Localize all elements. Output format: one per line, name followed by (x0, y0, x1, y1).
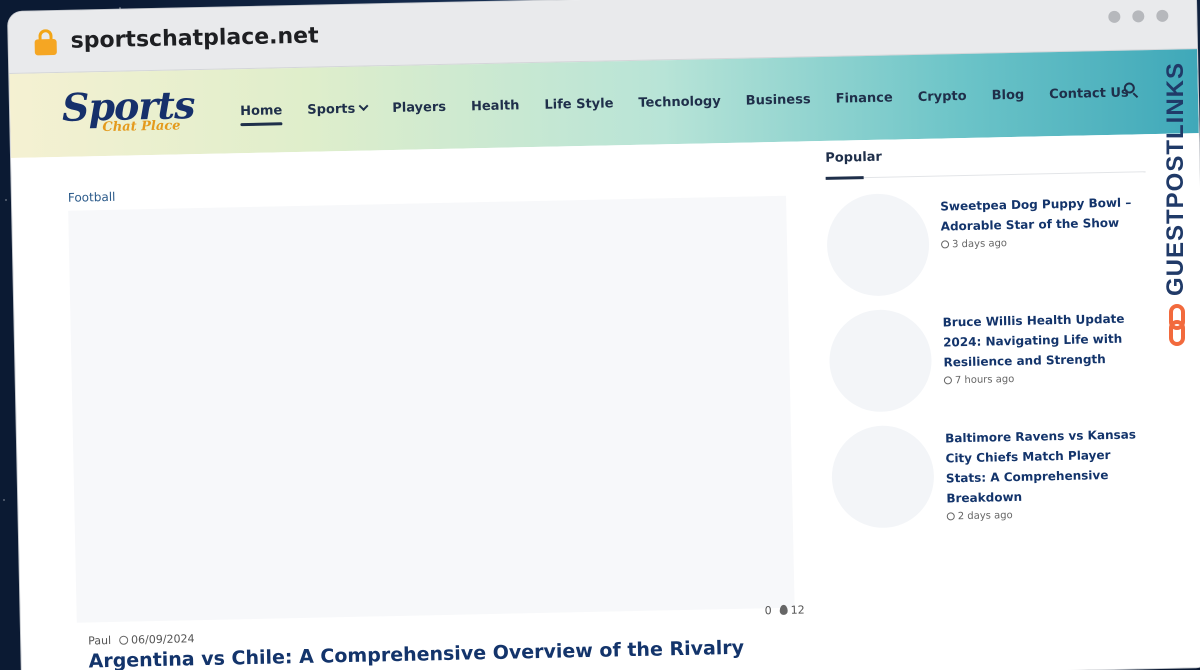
watermark-text: GUESTPOSTLINKS (1162, 61, 1189, 296)
post-date-wrap: 06/09/2024 (119, 632, 195, 647)
nav-health[interactable]: Health (471, 98, 520, 114)
post-author[interactable]: Paul (88, 634, 111, 647)
site-logo[interactable]: Sports Chat Place (62, 82, 213, 145)
popular-post-time: 3 days ago (940, 235, 1146, 251)
clock-icon (943, 376, 953, 385)
search-icon[interactable] (1123, 82, 1139, 99)
browser-window: sportschatplace.net Sports Chat Place Ho… (8, 0, 1200, 670)
post-category[interactable]: Football (68, 190, 116, 205)
page-content: Football Paul 06/09/2024 0 12 Argentina … (11, 133, 1200, 670)
chain-link-icon (1166, 304, 1188, 348)
watermark-badge: GUESTPOSTLINKS (1162, 56, 1192, 356)
views-wrap: 12 (779, 603, 805, 617)
logo-sub: Chat Place (102, 118, 181, 136)
list-item[interactable]: Sweetpea Dog Puppy Bowl – Adorable Star … (826, 188, 1148, 297)
nav-blog[interactable]: Blog (991, 87, 1024, 103)
popular-post-time-text: 2 days ago (957, 510, 1013, 523)
chevron-down-icon (358, 100, 369, 111)
popular-post-time-text: 3 days ago (951, 238, 1008, 251)
post-stats: 0 12 (765, 603, 805, 617)
popular-post-title[interactable]: Bruce Willis Health Update 2024: Navigat… (942, 308, 1148, 372)
clock-icon (940, 240, 950, 249)
popular-post-time: 7 hours ago (943, 371, 1149, 387)
post-date: 06/09/2024 (130, 632, 195, 647)
main-nav: Home Sports Players Health Life Style Te… (240, 85, 1129, 119)
clock-icon (946, 512, 955, 521)
lock-icon (34, 28, 57, 55)
comment-count[interactable]: 0 (765, 604, 772, 617)
list-item[interactable]: Baltimore Ravens vs Kansas City Chiefs M… (830, 420, 1153, 529)
nav-crypto[interactable]: Crypto (918, 88, 967, 104)
post-thumbnail[interactable] (828, 308, 933, 413)
sidebar-title: Popular (825, 144, 1146, 179)
nav-finance[interactable]: Finance (835, 90, 892, 106)
popular-post-title[interactable]: Sweetpea Dog Puppy Bowl – Adorable Star … (940, 192, 1146, 236)
window-dot-icon[interactable] (1108, 10, 1121, 23)
flame-icon (779, 604, 788, 615)
nav-technology[interactable]: Technology (638, 94, 721, 111)
post-meta: Paul 06/09/2024 (88, 632, 195, 647)
url-text[interactable]: sportschatplace.net (70, 24, 319, 54)
window-dot-icon[interactable] (1156, 9, 1169, 22)
window-dot-icon[interactable] (1132, 10, 1145, 23)
nav-life-style[interactable]: Life Style (544, 96, 613, 112)
nav-players[interactable]: Players (392, 99, 446, 115)
nav-contact-us[interactable]: Contact Us (1049, 85, 1129, 102)
nav-sports-label: Sports (307, 101, 356, 118)
featured-image[interactable] (68, 195, 795, 623)
popular-post-title[interactable]: Baltimore Ravens vs Kansas City Chiefs M… (945, 424, 1152, 508)
clock-icon (119, 635, 129, 645)
window-controls (1108, 9, 1169, 23)
popular-post-time: 2 days ago (946, 507, 1152, 523)
post-thumbnail[interactable] (826, 192, 931, 297)
view-count: 12 (790, 603, 805, 617)
sidebar-popular: Popular Sweetpea Dog Puppy Bowl – Adorab… (825, 144, 1153, 529)
nav-business[interactable]: Business (746, 92, 811, 108)
nav-home[interactable]: Home (240, 103, 282, 119)
post-thumbnail[interactable] (830, 424, 935, 529)
list-item[interactable]: Bruce Willis Health Update 2024: Navigat… (828, 304, 1150, 413)
popular-post-time-text: 7 hours ago (954, 374, 1015, 387)
nav-sports[interactable]: Sports (307, 100, 369, 118)
